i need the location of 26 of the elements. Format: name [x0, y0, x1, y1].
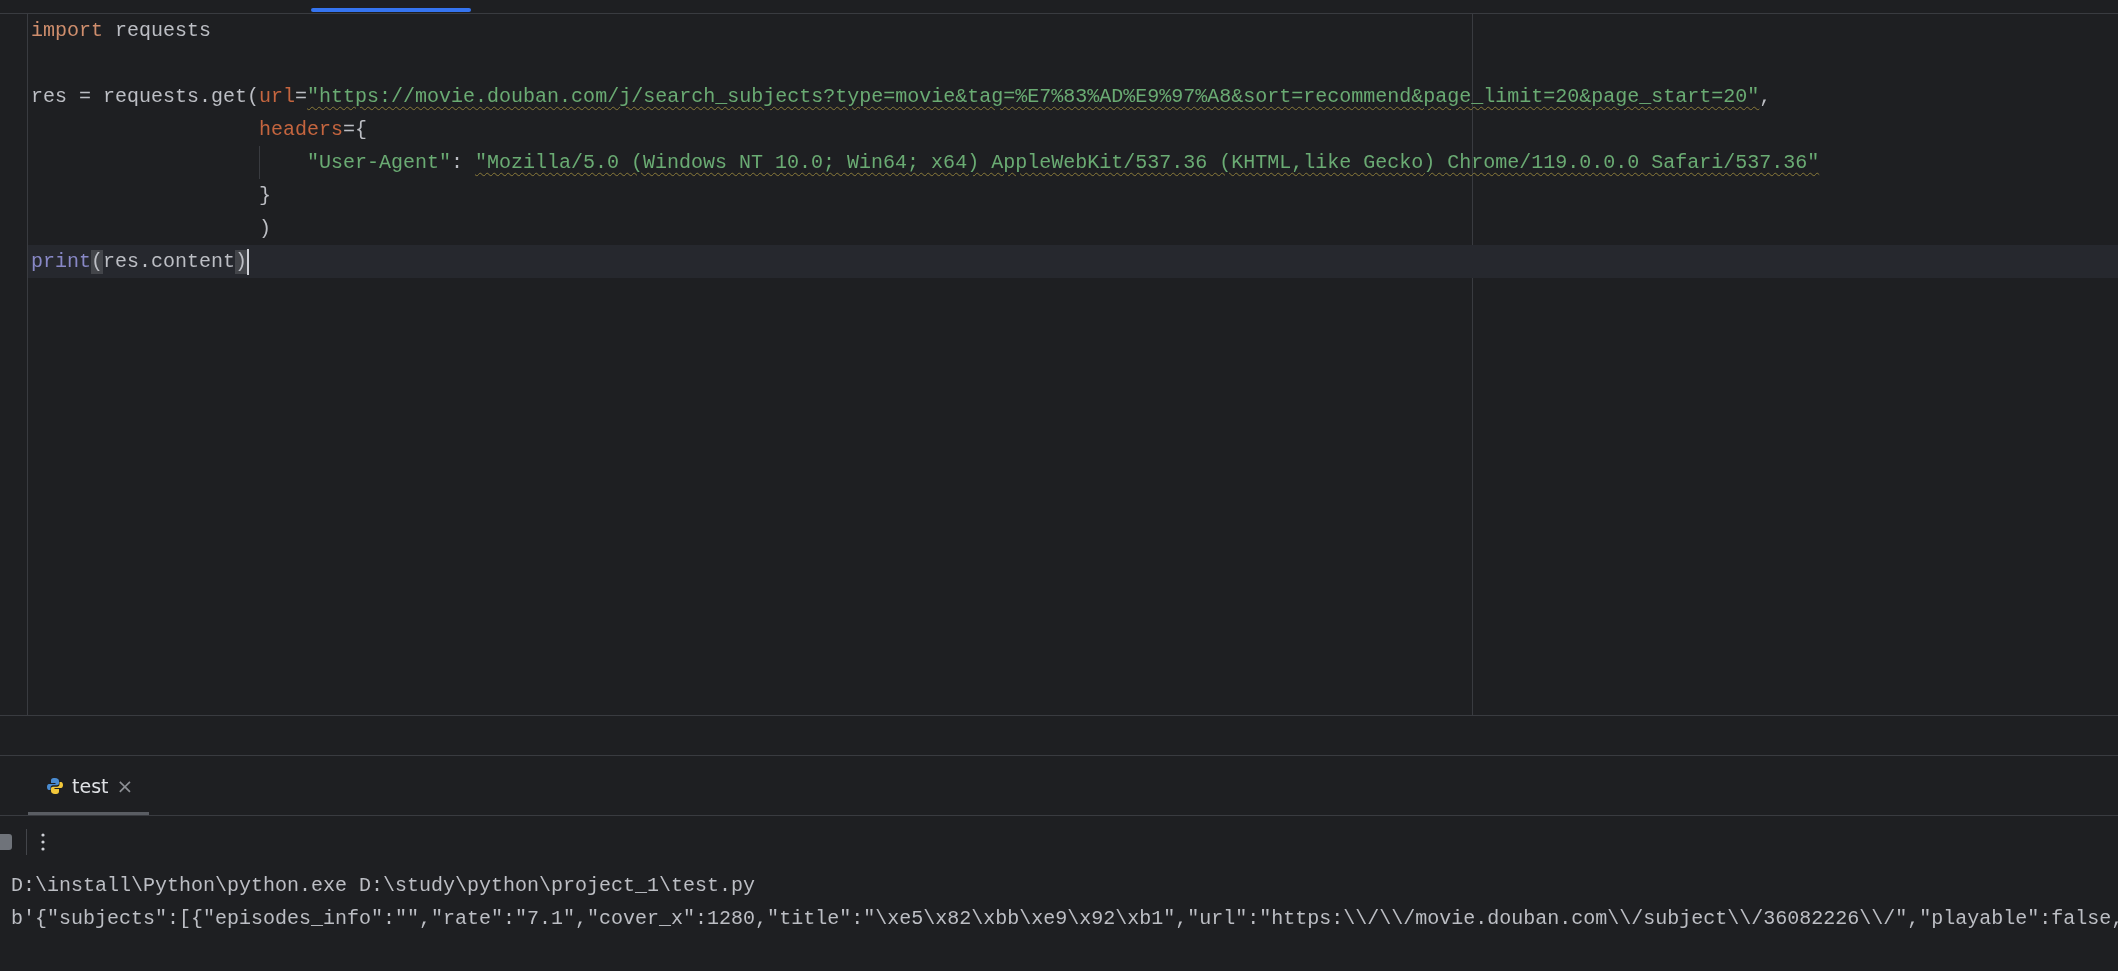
run-tab[interactable]: test ×	[28, 759, 150, 815]
parameter-name: headers	[259, 117, 343, 142]
python-icon	[46, 776, 64, 795]
code-text: res = requests.get(	[31, 84, 260, 109]
text-cursor	[247, 248, 250, 275]
code-text: res.content	[103, 249, 236, 274]
string-literal: "User-Agent"	[307, 150, 452, 175]
parameter-name: url	[259, 84, 296, 109]
keyword: import	[31, 18, 103, 43]
matched-brace: )	[235, 249, 248, 274]
code-text: =	[295, 84, 308, 109]
matched-brace: (	[91, 249, 104, 274]
code-text: :	[451, 150, 465, 175]
code-text: ,	[1759, 84, 1772, 109]
code-text: }	[259, 183, 271, 208]
code-text: requests	[114, 18, 212, 43]
more-icon[interactable]	[41, 831, 45, 852]
code-text: ={	[343, 117, 368, 142]
stop-icon[interactable]	[0, 833, 12, 850]
string-literal: "Mozilla/5.0 (Windows NT 10.0; Win64; x64) AppleWebKit/537.36 (KHTML,like Gecko) Chrome/119.0.0.0 Safari/537.36"	[475, 150, 1820, 175]
string-literal: "https://movie.douban.com/j/search_subjects?type=movie&tag=%E7%83%AD%E9%97%A8&sort=recommend&page_limit=20&page_start=20"	[307, 84, 1760, 109]
code-text: )	[259, 216, 271, 241]
function-name: print	[31, 249, 91, 274]
console-output: D:\install\Python\python.exe D:\study\python\project_1\test.py	[11, 874, 756, 897]
close-icon[interactable]: ×	[116, 773, 134, 798]
console-output: b'{"subjects":[{"episodes_info":"","rate":"7.1","cover_x":1280,"title":"\xe5\x82\xbb\xe9\x92\xb1","url":"https:\\/\\/movie.douban.com\\/subject\\/36082226\\/","playable":false,	[11, 907, 2118, 930]
